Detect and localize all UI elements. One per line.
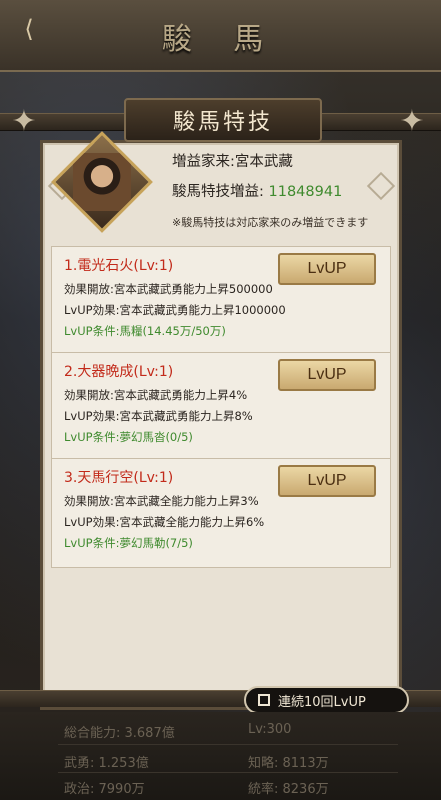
- lvup-button[interactable]: LvUP: [278, 465, 376, 497]
- continuous-label: 連続10回LvUP: [278, 694, 366, 710]
- stats-area: 総合能力: 3.687億 Lv:300 武勇: 1.253億 知略: 8113万…: [0, 712, 441, 800]
- skill-lvup-effect: LvUP効果:宮本武藏全能力能力上昇6%: [64, 515, 265, 529]
- panel-note: ※駿馬特技は対応家来のみ増益できます: [172, 216, 369, 229]
- skill-effect-open: 効果開放:宮本武藏武勇能力上昇500000: [64, 282, 273, 296]
- skill-condition: LvUP条件:夢幻馬勒(7/5): [64, 536, 193, 550]
- skill-card: 2.大器晩成(Lv:1) LvUP 効果開放:宮本武藏武勇能力上昇4% LvUP…: [51, 352, 391, 462]
- skill-card: 1.電光石火(Lv:1) LvUP 効果開放:宮本武藏武勇能力上昇500000 …: [51, 246, 391, 356]
- skill-name: 2.大器晩成(Lv:1): [64, 364, 174, 380]
- divider: [58, 744, 398, 745]
- skill-condition: LvUP条件:馬糧(14.45万/50万): [64, 324, 226, 338]
- shuriken-icon: ✦: [399, 104, 425, 139]
- skill-name: 1.電光石火(Lv:1): [64, 258, 174, 274]
- hero-avatar: [73, 153, 131, 211]
- top-bar: ⟨ 駿 馬: [0, 0, 441, 72]
- lvup-button[interactable]: LvUP: [278, 253, 376, 285]
- skill-lvup-effect: LvUP効果:宮本武藏武勇能力上昇1000000: [64, 303, 286, 317]
- skill-lvup-effect: LvUP効果:宮本武藏武勇能力上昇8%: [64, 409, 253, 423]
- continuous-lvup-toggle[interactable]: 連続10回LvUP: [244, 686, 409, 714]
- hero-label: 増益家来:宮本武藏: [172, 154, 293, 170]
- skill-effect-open: 効果開放:宮本武藏武勇能力上昇4%: [64, 388, 248, 402]
- gain-row: 駿馬特技増益: 11848941: [172, 180, 342, 201]
- panel-title: 駿馬特技: [124, 98, 322, 142]
- stat-level: Lv:300: [248, 722, 292, 737]
- skill-card: 3.天馬行空(Lv:1) LvUP 効果開放:宮本武藏全能力能力上昇3% LvU…: [51, 458, 391, 568]
- lvup-button[interactable]: LvUP: [278, 359, 376, 391]
- divider: [58, 772, 398, 773]
- stat-total: 総合能力: 3.687億: [64, 726, 175, 741]
- gain-value: 11848941: [268, 184, 343, 200]
- shuriken-icon: ✦: [11, 104, 37, 139]
- skill-effect-open: 効果開放:宮本武藏全能力能力上昇3%: [64, 494, 259, 508]
- stat-intellect: 知略: 8113万: [248, 756, 329, 771]
- gain-label: 駿馬特技増益:: [172, 184, 264, 200]
- page-title: 駿 馬: [161, 22, 280, 57]
- stat-command: 統率: 8236万: [248, 782, 329, 797]
- stat-politics: 政治: 7990万: [64, 782, 145, 797]
- checkbox-icon[interactable]: [258, 694, 270, 706]
- skill-condition: LvUP条件:夢幻馬沓(0/5): [64, 430, 193, 444]
- stat-bravery: 武勇: 1.253億: [64, 756, 149, 771]
- skill-name: 3.天馬行空(Lv:1): [64, 470, 174, 486]
